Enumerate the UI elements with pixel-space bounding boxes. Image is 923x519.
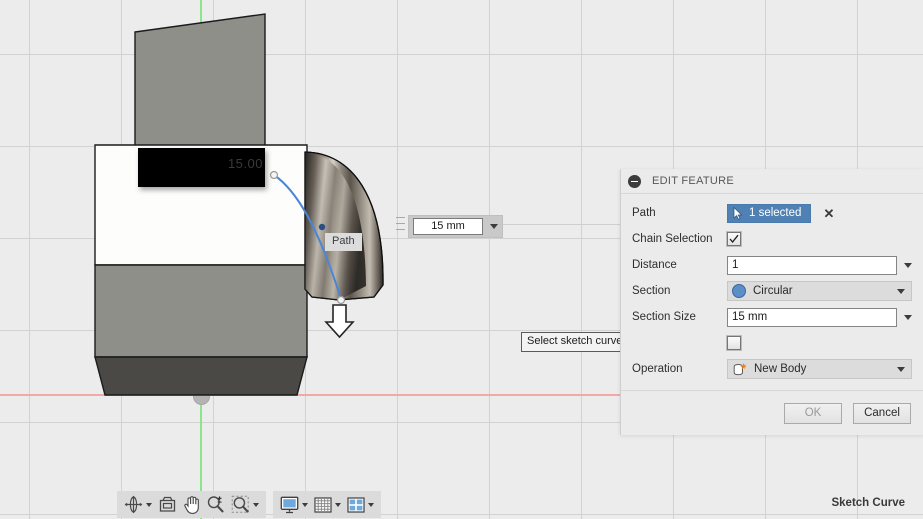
label-section-size: Section Size — [632, 311, 696, 323]
viewports-button[interactable] — [344, 493, 377, 516]
blue-circle-icon — [732, 284, 746, 298]
row-section-size: Section Size 15 mm — [621, 304, 923, 330]
dialog-body: Path 1 selected ✕ Chain Selection Distan… — [621, 194, 923, 390]
grid-snaps-icon — [314, 496, 332, 513]
move-arrow-handle — [324, 304, 355, 339]
pan-icon — [184, 496, 199, 514]
distance-input[interactable]: 1 — [727, 255, 897, 275]
canvas-dimension-input-group[interactable]: 15 mm — [408, 215, 503, 238]
fit-dropdown-icon[interactable] — [253, 502, 259, 507]
path-label-badge: Path — [325, 233, 362, 251]
zoom-window-icon — [231, 495, 249, 513]
canvas-dimension-input[interactable]: 15 mm — [413, 218, 483, 235]
dimension-extension-lines — [396, 217, 406, 235]
row-unlabeled-option — [621, 330, 923, 356]
clear-selection-icon[interactable]: ✕ — [823, 207, 834, 220]
checkmark-icon — [729, 234, 739, 244]
pan-button[interactable] — [180, 493, 203, 516]
look-at-button[interactable] — [155, 493, 180, 516]
ok-button[interactable]: OK — [784, 402, 842, 424]
operation-value: New Body — [754, 363, 807, 375]
chevron-down-icon[interactable] — [897, 288, 905, 294]
chevron-down-icon-operation[interactable] — [897, 366, 905, 372]
zoom-button[interactable] — [203, 493, 228, 516]
new-body-icon — [733, 362, 747, 375]
label-chain-selection: Chain Selection — [632, 233, 713, 245]
row-section: Section Circular — [621, 278, 923, 304]
display-settings-button[interactable] — [277, 493, 311, 516]
viewports-icon — [347, 496, 365, 513]
dialog-title: EDIT FEATURE — [652, 175, 735, 187]
cancel-button[interactable]: Cancel — [853, 402, 911, 424]
grid-snaps-button[interactable] — [311, 493, 344, 516]
dialog-title-bar[interactable]: EDIT FEATURE — [621, 169, 923, 194]
edit-feature-dialog[interactable]: EDIT FEATURE Path 1 selected ✕ Chain Sel… — [620, 169, 923, 435]
cursor-arrow-icon — [733, 206, 743, 220]
grid-snaps-dropdown-icon[interactable] — [335, 502, 341, 507]
fit-button[interactable] — [228, 493, 262, 516]
label-distance: Distance — [632, 259, 677, 271]
canvas-dimension-value: 15 mm — [431, 220, 465, 232]
viewports-dropdown-icon[interactable] — [368, 502, 374, 507]
zoom-icon — [207, 496, 224, 513]
hidden-dimension-text: 15.00 — [227, 156, 263, 171]
chain-selection-checkbox[interactable] — [727, 232, 741, 246]
dialog-footer: OK Cancel — [621, 390, 923, 435]
section-dropdown[interactable]: Circular — [727, 281, 912, 301]
minus-circle-icon[interactable] — [628, 174, 641, 188]
label-path: Path — [632, 207, 656, 219]
canvas-dimension-dropdown-icon[interactable] — [490, 224, 498, 229]
look-at-icon — [159, 496, 176, 512]
application-window: 15.00 Path 15 mm Select sketch curves or… — [0, 0, 923, 519]
section-value: Circular — [753, 285, 793, 297]
row-chain-selection: Chain Selection — [621, 226, 923, 252]
row-distance: Distance 1 — [621, 252, 923, 278]
label-section: Section — [632, 285, 671, 297]
display-settings-dropdown-icon[interactable] — [302, 502, 308, 507]
navigation-group — [117, 491, 266, 518]
path-selection-button[interactable]: 1 selected — [727, 203, 812, 223]
distance-dropdown-icon[interactable] — [904, 262, 912, 268]
display-settings-icon — [280, 496, 299, 513]
orbit-icon — [124, 495, 143, 514]
unlabeled-option-checkbox[interactable] — [727, 336, 741, 350]
label-operation: Operation — [632, 363, 683, 375]
row-operation: Operation New Body — [621, 356, 923, 382]
dimension-tooltip-overlay: 15.00 — [138, 148, 265, 187]
orbit-button[interactable] — [121, 493, 155, 516]
row-path: Path 1 selected ✕ — [621, 200, 923, 226]
path-selection-count: 1 selected — [749, 207, 802, 219]
status-bar-text: Sketch Curve — [831, 497, 905, 509]
view-settings-group — [273, 491, 381, 518]
section-size-input[interactable]: 15 mm — [727, 307, 897, 327]
section-size-dropdown-icon[interactable] — [904, 314, 912, 320]
navigation-toolbar[interactable] — [117, 491, 381, 518]
operation-dropdown[interactable]: New Body — [727, 359, 912, 379]
orbit-dropdown-icon[interactable] — [146, 502, 152, 507]
